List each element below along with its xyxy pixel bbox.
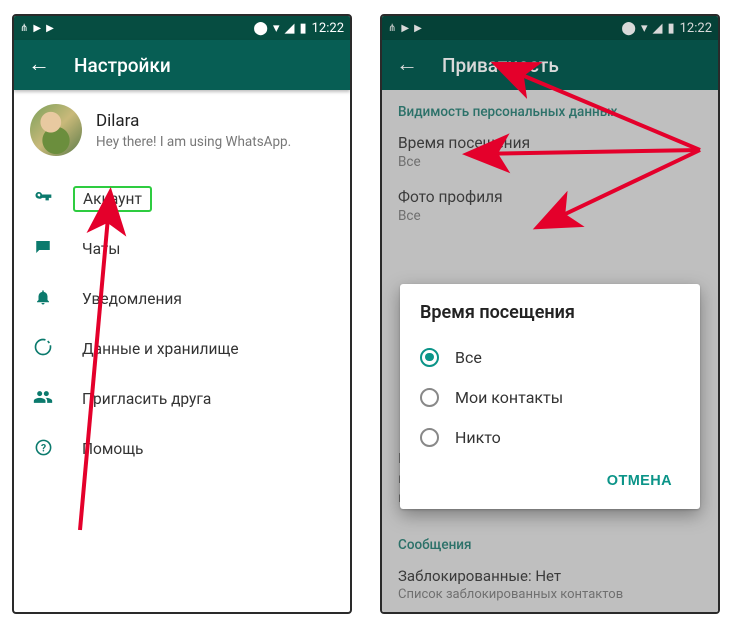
clock: 12:22 — [680, 21, 712, 36]
status-bar: ⋔ ▶ ▶ ⬤ ▾ ◢ ▮ 12:22 — [14, 16, 350, 40]
help-icon: ? — [32, 438, 54, 461]
radio-option-everyone[interactable]: Все — [420, 337, 690, 377]
settings-item-label: Чаты — [82, 240, 120, 258]
play-icon: ▶ — [33, 23, 41, 34]
settings-item-account[interactable]: Аккаунт — [14, 174, 350, 224]
settings-item-data[interactable]: Данные и хранилище — [14, 324, 350, 374]
avatar — [30, 104, 82, 156]
radio-label: Все — [455, 348, 482, 367]
settings-item-chats[interactable]: Чаты — [14, 224, 350, 274]
settings-item-notifications[interactable]: Уведомления — [14, 274, 350, 324]
profile-name: Dilara — [96, 111, 291, 131]
invite-icon — [32, 387, 54, 411]
radio-option-contacts[interactable]: Мои контакты — [420, 377, 690, 417]
data-icon — [32, 337, 54, 361]
wifi-icon: ▾ — [641, 21, 648, 36]
radio-label: Мои контакты — [455, 388, 563, 407]
radio-icon — [420, 388, 439, 407]
profile-row[interactable]: Dilara Hey there! I am using WhatsApp. — [14, 90, 350, 174]
signal-icon: ◢ — [652, 21, 662, 36]
radio-icon — [420, 348, 439, 367]
battery-icon: ▮ — [299, 21, 306, 36]
radio-option-nobody[interactable]: Никто — [420, 417, 690, 457]
settings-item-label: Уведомления — [82, 290, 182, 308]
settings-item-label: Помощь — [82, 440, 143, 458]
wifi-icon: ▾ — [273, 21, 280, 36]
page-title: Приватность — [442, 54, 559, 77]
app-bar: ← Приватность — [382, 40, 718, 90]
profile-status: Hey there! I am using WhatsApp. — [96, 134, 291, 150]
back-arrow-icon[interactable]: ← — [396, 54, 418, 76]
battery-icon: ▮ — [667, 21, 674, 36]
cancel-button[interactable]: ОТМЕНА — [599, 465, 680, 497]
dialog-title: Время посещения — [420, 302, 690, 323]
dialog-lastseen: Время посещения Все Мои контакты Никто О… — [400, 284, 700, 509]
settings-item-label: Аккаунт — [73, 186, 152, 212]
chat-icon — [32, 238, 54, 260]
play-icon: ▶ — [401, 23, 409, 34]
android-debug-icon: ⋔ — [20, 23, 28, 34]
radio-label: Никто — [455, 428, 501, 447]
key-icon — [32, 187, 54, 211]
settings-item-label: Данные и хранилище — [82, 340, 239, 358]
settings-item-invite[interactable]: Пригласить друга — [14, 374, 350, 424]
location-icon: ⬤ — [253, 21, 268, 36]
back-arrow-icon[interactable]: ← — [28, 54, 50, 76]
svg-text:?: ? — [40, 441, 45, 454]
location-icon: ⬤ — [621, 21, 636, 36]
android-debug-icon: ⋔ — [388, 23, 396, 34]
page-title: Настройки — [74, 54, 171, 77]
status-bar: ⋔ ▶ ▶ ⬤ ▾ ◢ ▮ 12:22 — [382, 16, 718, 40]
app-bar: ← Настройки — [14, 40, 350, 90]
play-icon: ▶ — [414, 23, 422, 34]
clock: 12:22 — [312, 21, 344, 36]
settings-item-label: Пригласить друга — [82, 390, 211, 408]
bell-icon — [32, 288, 54, 310]
radio-icon — [420, 428, 439, 447]
signal-icon: ◢ — [284, 21, 294, 36]
settings-item-help[interactable]: ? Помощь — [14, 424, 350, 474]
play-icon: ▶ — [46, 23, 54, 34]
